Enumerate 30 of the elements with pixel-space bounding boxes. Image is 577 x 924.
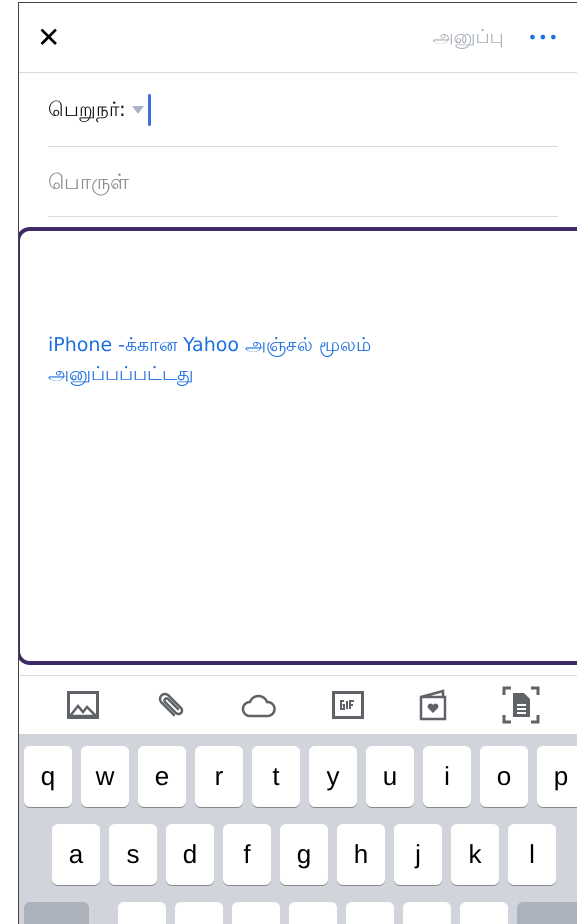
keyboard-key[interactable]: k — [451, 824, 499, 885]
keyboard-key[interactable]: r — [195, 746, 243, 807]
keyboard-key[interactable]: u — [366, 746, 414, 807]
more-button[interactable]: ••• — [528, 28, 559, 47]
keyboard-key[interactable]: l — [508, 824, 556, 885]
recipient-label: பெறுநர்: — [48, 96, 126, 122]
keyboard-key[interactable]: a — [52, 824, 100, 885]
image-icon[interactable] — [66, 691, 98, 719]
keyboard-key[interactable]: e — [138, 746, 186, 807]
keyboard-key[interactable]: g — [280, 824, 328, 885]
gif-icon[interactable] — [332, 691, 364, 719]
signature-text: iPhone -க்கான Yahoo அஞ்சல் மூலம் அனுப்பப்பட்டது — [48, 333, 372, 388]
keyboard-key[interactable]: h — [337, 824, 385, 885]
keyboard-key[interactable]: j — [394, 824, 442, 885]
keyboard-key[interactable]: w — [81, 746, 129, 807]
document-scan-icon[interactable] — [502, 686, 540, 724]
keyboard-key[interactable]: f — [223, 824, 271, 885]
keyboard-key[interactable]: p — [537, 746, 577, 807]
dropdown-caret-icon[interactable] — [132, 106, 144, 114]
keyboard-key[interactable]: t — [252, 746, 300, 807]
greeting-card-icon[interactable] — [418, 689, 446, 721]
keyboard-key[interactable]: y — [309, 746, 357, 807]
keyboard-key[interactable]: d — [166, 824, 214, 885]
cloud-icon[interactable] — [240, 692, 276, 718]
message-body-field[interactable]: iPhone -க்கான Yahoo அஞ்சல் மூலம் அனுப்பப்பட்டது — [19, 227, 577, 665]
keyboard-key[interactable]: o — [480, 746, 528, 807]
keyboard-key[interactable]: q — [24, 746, 72, 807]
keyboard-key[interactable]: s — [109, 824, 157, 885]
close-button[interactable]: ✕ — [37, 21, 60, 54]
keyboard-key[interactable]: i — [423, 746, 471, 807]
